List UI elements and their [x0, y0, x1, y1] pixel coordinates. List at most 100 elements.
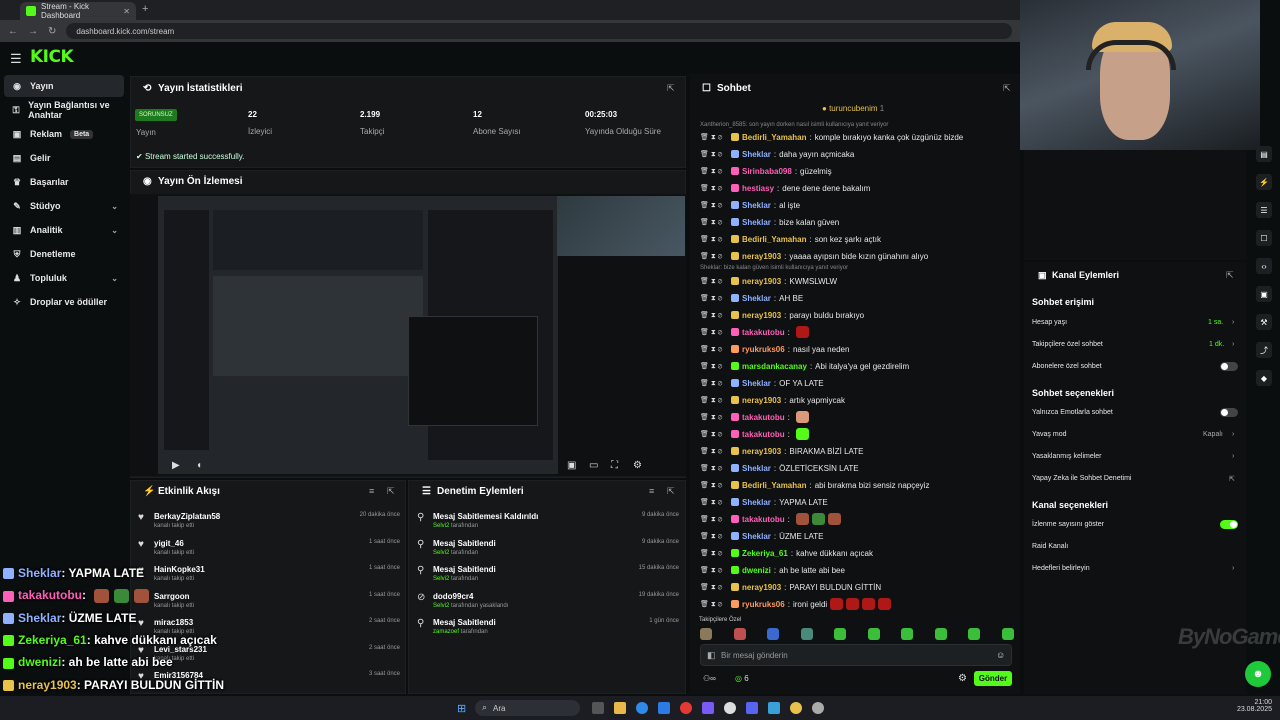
raid-label[interactable]: Raid Kanalı	[1032, 543, 1068, 550]
chat-username[interactable]: takakutobu	[742, 328, 785, 337]
fullscreen-icon[interactable]: ⛶	[611, 460, 618, 471]
activity-row[interactable]: ♥ BerkayZiplatan58 kanalı takip etti 20 dak…	[138, 512, 400, 529]
chat-username[interactable]: dwenizi	[742, 566, 771, 575]
sidebar-item-denetleme[interactable]: ⛨ Denetleme	[4, 243, 124, 265]
emote-icon[interactable]	[901, 628, 913, 640]
expand-icon[interactable]: ⇱	[387, 486, 395, 497]
mod-actions-icon[interactable]: 🗑⧗⊘	[700, 464, 728, 473]
app-icon[interactable]	[702, 702, 714, 714]
chat-message[interactable]: 🗑⧗⊘ Sheklar: ÜZME LATE	[700, 529, 823, 543]
emote-icon[interactable]	[700, 628, 712, 640]
chat-message[interactable]: 🗑⧗⊘ ryukruks06: ironi geldi	[700, 597, 892, 611]
chat-message[interactable]: 🗑⧗⊘ dwenizi: ah be latte abi bee	[700, 563, 845, 577]
mod-actions-icon[interactable]: 🗑⧗⊘	[700, 566, 728, 575]
activity-row[interactable]: ♥Sarrgoonkanalı takip etti1 saat önce	[138, 592, 400, 609]
chat-username[interactable]: Sheklar	[742, 379, 771, 388]
moderator-name[interactable]: Selvi2	[433, 603, 449, 609]
chat-message[interactable]: 🗑⧗⊘ neray1903: BIRAKMA BİZİ LATE	[700, 444, 863, 458]
sidebar-item-droplar[interactable]: ✧ Droplar ve ödüller	[4, 291, 124, 313]
goals-label[interactable]: Hedefleri belirleyin	[1032, 565, 1090, 572]
mod-actions-icon[interactable]: 🗑⧗⊘	[700, 277, 728, 286]
file-explorer-icon[interactable]	[614, 702, 626, 714]
chat-input[interactable]: Bir mesaj gönderin	[700, 644, 1012, 666]
emote-icon[interactable]	[800, 628, 813, 640]
activity-row[interactable]: ♥ HainKopke31 kanalı takip etti 1 saat önce	[138, 565, 400, 582]
chat-username[interactable]: ryukruks06	[742, 600, 785, 609]
sidebar-item-basarilar[interactable]: ♛ Başarılar	[4, 171, 124, 193]
sidebar-item-stream-key[interactable]: ⚿ Yayın Bağlantısı ve Anahtar	[4, 99, 124, 121]
emote-icon[interactable]	[934, 628, 947, 640]
chat-message[interactable]: 🗑⧗⊘ Sheklar: AH BE	[700, 291, 803, 305]
activity-user[interactable]: HainKopke31	[154, 565, 400, 574]
account-age-value[interactable]: 1 sa.	[1208, 319, 1223, 326]
mod-actions-icon[interactable]: 🗑⧗⊘	[700, 201, 728, 210]
chat-username[interactable]: neray1903	[742, 277, 781, 286]
play-icon[interactable]: ▶	[172, 460, 180, 471]
mod-actions-icon[interactable]: 🗑⧗⊘	[700, 532, 728, 541]
send-button[interactable]: Gönder	[974, 671, 1012, 686]
dock-share-icon[interactable]: ⤴	[1256, 342, 1272, 358]
obs-icon[interactable]	[680, 702, 692, 714]
chat-message[interactable]: 🗑⧗⊘ Bedirli_Yamahan: abi bırakma bizi sens…	[700, 478, 929, 492]
mod-actions-icon[interactable]: 🗑⧗⊘	[700, 150, 728, 159]
back-icon[interactable]: ←	[8, 26, 18, 37]
dock-chat-icon[interactable]: ▤	[1256, 146, 1272, 162]
chat-message[interactable]: 🗑⧗⊘ Sheklar: ÖZLETİCEKSİN LATE	[700, 461, 859, 475]
chat-username[interactable]: Sirinbaba098	[742, 167, 792, 176]
theater-icon[interactable]: ▭	[589, 460, 598, 471]
chat-username[interactable]: Sheklar	[742, 218, 771, 227]
sidebar-item-reklam[interactable]: ▣ Reklam Beta	[4, 123, 124, 145]
reload-icon[interactable]: ↻	[48, 26, 56, 37]
mod-actions-icon[interactable]: 🗑⧗⊘	[700, 345, 728, 354]
activity-user[interactable]: mirac1853	[154, 618, 400, 627]
chat-username[interactable]: takakutobu	[742, 515, 785, 524]
moderation-row[interactable]: ⚲ Mesaj Sabitlendi Selvi2 tarafından 9 daki…	[417, 539, 679, 556]
chevron-right-icon[interactable]: ›	[1232, 565, 1234, 572]
sidebar-item-topluluk[interactable]: ♟ Topluluk ⌄	[4, 267, 124, 289]
expand-icon[interactable]: ⇱	[667, 83, 675, 94]
chat-username[interactable]: Sheklar	[742, 464, 771, 473]
activity-row[interactable]: ♥ Levi_stars231 kanalı takip etti 2 saat ön…	[138, 645, 400, 662]
dock-code-icon[interactable]: ‹›	[1256, 258, 1272, 274]
chevron-right-icon[interactable]: ›	[1232, 341, 1234, 348]
chat-username[interactable]: neray1903	[742, 583, 781, 592]
chat-username[interactable]: Bedirli_Yamahan	[742, 133, 806, 142]
chat-message[interactable]: 🗑⧗⊘ Sheklar: YAPMA LATE	[700, 495, 828, 509]
pip-icon[interactable]: ▣	[567, 460, 576, 471]
chat-message[interactable]: 🗑⧗⊘ neray1903: artık yapmiycak	[700, 393, 845, 407]
chat-message[interactable]: 🗑⧗⊘ Sheklar: daha yayın açmicaka	[700, 147, 854, 161]
chat-message[interactable]: 🗑⧗⊘ takakutobu:	[700, 325, 809, 339]
mod-actions-icon[interactable]: 🗑⧗⊘	[700, 481, 728, 490]
chat-message[interactable]: 🗑⧗⊘ Sheklar: al işte	[700, 198, 800, 212]
mod-actions-icon[interactable]: 🗑⧗⊘	[700, 133, 728, 142]
sidebar-item-yayin[interactable]: ◉ Yayın	[4, 75, 124, 97]
mod-actions-icon[interactable]: 🗑⧗⊘	[700, 328, 728, 337]
mod-actions-icon[interactable]: 🗑⧗⊘	[700, 600, 728, 609]
mod-actions-icon[interactable]: 🗑⧗⊘	[700, 583, 728, 592]
activity-user[interactable]: Sarrgoon	[154, 592, 400, 601]
task-view-icon[interactable]	[592, 702, 604, 714]
mod-actions-icon[interactable]: 🗑⧗⊘	[700, 184, 728, 193]
sidebar-item-analitik[interactable]: ▥ Analitik ⌄	[4, 219, 124, 241]
dock-message-icon[interactable]: ☐	[1256, 230, 1272, 246]
chrome-icon[interactable]	[724, 702, 736, 714]
chat-message[interactable]: 🗑⧗⊘ marsdankacanay: Abi italya'ya gel gezd…	[700, 359, 909, 373]
emote-only-toggle[interactable]	[1220, 408, 1238, 417]
emote-icon[interactable]	[1001, 628, 1014, 640]
chat-message[interactable]: 🗑⧗⊘ neray1903: yaaaa ayıpsın bide kızın gü…	[700, 249, 928, 263]
ai-mod-label[interactable]: Yapay Zeka ile Sohbet Denetimi	[1032, 475, 1131, 482]
pinned-message[interactable]: ● turuncubenim 1	[822, 104, 884, 113]
banned-words-label[interactable]: Yasaklanmış kelimeler	[1032, 453, 1102, 460]
settings-icon[interactable]: ⚙	[633, 460, 642, 471]
chat-username[interactable]: takakutobu	[742, 430, 785, 439]
dock-diamond-icon[interactable]: ◆	[1256, 370, 1272, 386]
mod-actions-icon[interactable]: 🗑⧗⊘	[700, 413, 728, 422]
chat-message[interactable]: 🗑⧗⊘ neray1903: parayı buldu bırakıyo	[700, 308, 864, 322]
dock-bolt-icon[interactable]: ⚡	[1256, 174, 1272, 190]
chevron-right-icon[interactable]: ›	[1232, 431, 1234, 438]
chat-username[interactable]: Sheklar	[742, 532, 771, 541]
chat-username[interactable]: neray1903	[742, 447, 781, 456]
menu-icon[interactable]: ☰	[10, 51, 22, 67]
filter-icon[interactable]: ≡	[649, 486, 654, 496]
kick-logo[interactable]: KICK	[30, 47, 74, 67]
